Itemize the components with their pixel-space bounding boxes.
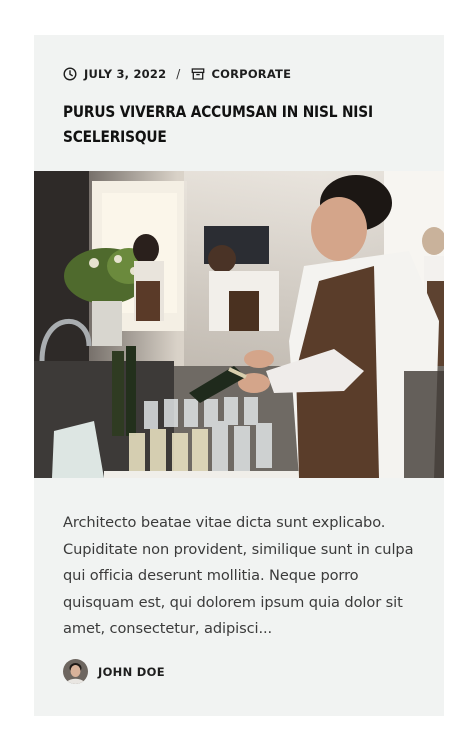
- post-author[interactable]: JOHN DOE: [63, 659, 165, 684]
- post-date-link[interactable]: JULY 3, 2022: [84, 67, 166, 81]
- post-featured-image[interactable]: [34, 171, 444, 478]
- clock-icon: [63, 67, 77, 81]
- featured-photo: [34, 171, 444, 478]
- post-title[interactable]: PURUS VIVERRA ACCUMSAN IN NISL NISI SCEL…: [63, 99, 390, 149]
- author-avatar[interactable]: [63, 659, 88, 684]
- author-name[interactable]: JOHN DOE: [98, 665, 165, 679]
- post-card: JULY 3, 2022 / CORPORATE PURUS VIVERRA A…: [34, 35, 444, 716]
- post-meta: JULY 3, 2022 / CORPORATE: [63, 67, 291, 81]
- archive-box-icon: [191, 67, 205, 81]
- post-excerpt: Architecto beatae vitae dicta sunt expli…: [63, 514, 414, 638]
- post-category-link[interactable]: CORPORATE: [212, 67, 292, 81]
- meta-separator: /: [176, 67, 181, 81]
